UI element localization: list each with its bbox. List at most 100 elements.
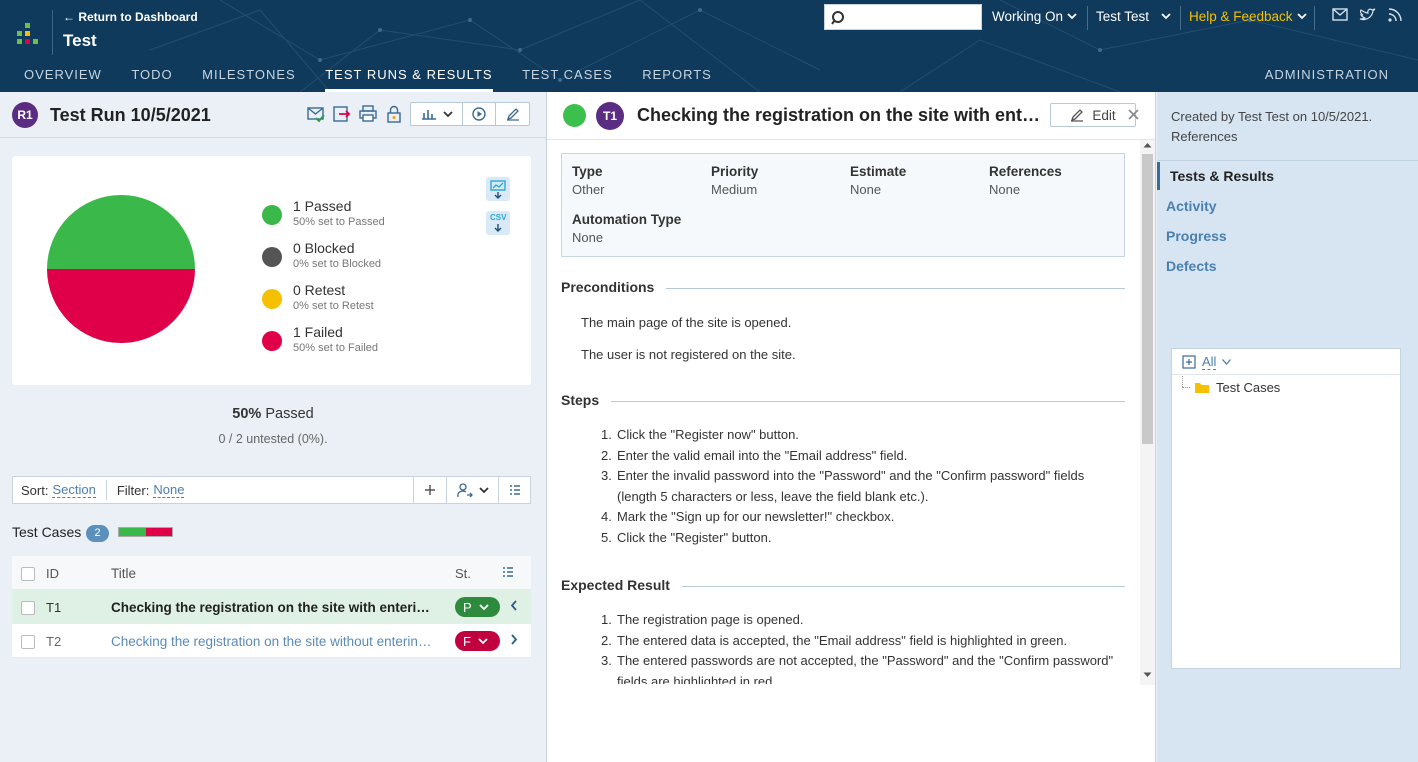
tree-all-filter[interactable]: All: [1202, 354, 1217, 370]
assign-user-icon: [456, 483, 473, 498]
run-header: R1 Test Run 10/5/2021: [0, 92, 546, 138]
user-menu[interactable]: Test Test: [1096, 9, 1171, 24]
columns-button[interactable]: [498, 477, 531, 503]
legend-label: 0 Retest: [293, 282, 346, 298]
row-title[interactable]: Checking the registration on the site wi…: [111, 634, 437, 649]
tab-reports[interactable]: REPORTS: [642, 67, 712, 92]
test-run-pane: R1 Test Run 10/5/2021 1 Passed 50% set to…: [0, 92, 546, 762]
folder-icon: [1195, 382, 1209, 393]
edit-button[interactable]: Edit: [1050, 103, 1136, 127]
pencil-icon: [506, 108, 519, 121]
table-row[interactable]: T2 Checking the registration on the site…: [12, 624, 531, 658]
play-icon: [472, 107, 486, 121]
select-all-checkbox[interactable]: [21, 567, 35, 581]
sidebar-item-activity[interactable]: Activity: [1157, 192, 1418, 220]
lock-icon[interactable]: [386, 105, 402, 123]
legend-label: 1 Failed: [293, 324, 343, 340]
row-checkbox[interactable]: [21, 601, 35, 615]
status-legend: 1 Passed 50% set to Passed 0 Blocked 0% set…: [262, 198, 385, 366]
col-id: ID: [46, 566, 59, 581]
pie-slice-passed: [47, 195, 195, 269]
image-export-icon[interactable]: [486, 177, 510, 201]
list-item: 5. Click the "Register" button.: [601, 529, 772, 545]
created-by-text: Created by Test Test on 10/5/2021.: [1171, 109, 1373, 124]
row-title[interactable]: Checking the registration on the site wi…: [111, 600, 437, 615]
legend-sublabel: 50% set to Failed: [293, 342, 378, 354]
tree-item-test-cases[interactable]: Test Cases: [1172, 376, 1400, 398]
tab-overview[interactable]: OVERVIEW: [24, 67, 102, 92]
rss-icon[interactable]: [1388, 8, 1402, 22]
assign-menu-button[interactable]: [446, 477, 498, 503]
chart-select-button[interactable]: [411, 103, 463, 125]
table-row[interactable]: T1 Checking the registration on the site…: [12, 590, 531, 624]
search-input[interactable]: [824, 4, 982, 30]
tab-test-cases[interactable]: TEST CASES: [522, 67, 613, 92]
help-feedback-menu[interactable]: Help & Feedback: [1189, 9, 1307, 24]
preconditions-title: Preconditions: [561, 279, 667, 295]
bar-chart-icon: [421, 110, 436, 120]
steps-title: Steps: [561, 392, 612, 408]
created-info: Created by Test Test on 10/5/2021. Refere…: [1171, 107, 1411, 147]
status-indicator: [563, 104, 586, 127]
chevron-down-icon[interactable]: [1222, 358, 1232, 365]
tree-item-label: Test Cases: [1216, 379, 1281, 395]
scroll-down-icon[interactable]: [1143, 672, 1152, 678]
pie-slice-failed: [47, 269, 195, 343]
sort-section-link[interactable]: Section: [52, 482, 96, 498]
chevron-right-icon[interactable]: [510, 633, 518, 646]
test-cases-table: ID Title St. T1 Checking the registratio…: [12, 556, 531, 658]
list-item: 4. Mark the "Sign up for our newsletter!"…: [601, 509, 895, 524]
mail-icon[interactable]: [1332, 8, 1348, 22]
tree-expand-icon[interactable]: [1182, 354, 1196, 369]
tab-milestones[interactable]: MILESTONES: [202, 67, 296, 92]
list-item: 1. The registration page is opened.: [601, 612, 804, 627]
run-toolbar-group: [410, 102, 530, 126]
edit-run-button[interactable]: [496, 103, 529, 125]
tab-todo[interactable]: TODO: [131, 67, 172, 92]
add-button[interactable]: [413, 477, 446, 503]
tab-administration[interactable]: ADMINISTRATION: [1265, 67, 1389, 82]
chevron-down-icon: [1067, 13, 1077, 20]
plus-icon: [425, 485, 435, 495]
filter-none-link[interactable]: None: [153, 482, 185, 498]
status-pie-chart: [47, 195, 195, 343]
scrollbar-thumb[interactable]: [1142, 154, 1153, 444]
help-label: Help & Feedback: [1189, 9, 1293, 24]
chevron-down-icon: [1161, 13, 1171, 20]
working-on-menu[interactable]: Working On: [992, 9, 1077, 24]
csv-export-icon[interactable]: CSV: [486, 211, 510, 235]
run-badge: R1: [12, 102, 38, 128]
row-checkbox[interactable]: [21, 635, 35, 649]
status-dropdown[interactable]: P: [455, 597, 500, 617]
steps-section: Steps: [561, 392, 1125, 412]
untested-summary: 0 / 2 untested (0%).: [218, 432, 328, 446]
table-header: ID Title St.: [12, 556, 531, 590]
passed-summary: 50% Passed: [0, 406, 546, 422]
test-badge: T1: [596, 102, 624, 130]
working-on-label: Working On: [992, 9, 1064, 24]
app-logo[interactable]: [17, 23, 39, 45]
print-icon[interactable]: [359, 105, 377, 123]
main-tabs: OVERVIEW TODO MILESTONES TEST RUNS & RES…: [24, 67, 741, 92]
field-automation-type: Automation Type None: [572, 212, 682, 245]
scroll-up-icon[interactable]: [1143, 142, 1152, 148]
tree-header: All: [1172, 349, 1400, 375]
run-tests-button[interactable]: [463, 103, 496, 125]
twitter-icon[interactable]: [1359, 8, 1376, 22]
sidebar-item-tests-results[interactable]: Tests & Results: [1157, 162, 1418, 190]
status-value: P: [463, 599, 472, 615]
return-to-dashboard-link[interactable]: ← Return to Dashboard: [63, 10, 198, 24]
export-icon[interactable]: [333, 105, 351, 123]
legend-sublabel: 0% set to Blocked: [293, 258, 382, 270]
list-item: 3. Enter the invalid password into the "P…: [601, 468, 1085, 504]
sidebar-item-progress[interactable]: Progress: [1157, 222, 1418, 250]
tab-test-runs-results[interactable]: TEST RUNS & RESULTS: [325, 67, 493, 92]
chevron-left-icon[interactable]: [510, 599, 518, 612]
sidebar-item-defects[interactable]: Defects: [1157, 252, 1418, 280]
field-estimate: Estimate None: [850, 164, 907, 197]
status-dropdown[interactable]: F: [455, 631, 500, 651]
close-icon[interactable]: [1128, 109, 1139, 120]
test-cases-count: 2: [86, 525, 109, 542]
email-report-icon[interactable]: [307, 105, 325, 123]
columns-icon[interactable]: [502, 567, 514, 578]
